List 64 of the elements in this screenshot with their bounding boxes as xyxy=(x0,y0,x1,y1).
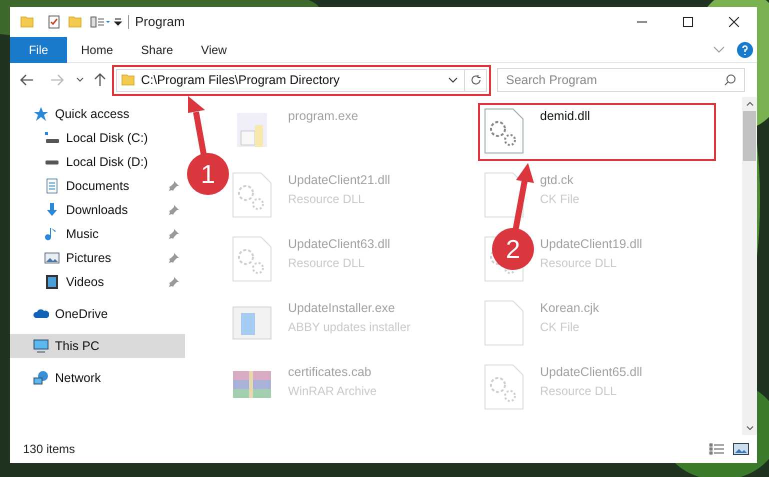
thumbnail-view-icon[interactable] xyxy=(733,443,749,455)
minimize-icon xyxy=(637,21,647,23)
drive-icon xyxy=(44,132,60,144)
sidebar-item[interactable]: Downloads xyxy=(10,198,185,222)
dropdown-icon[interactable] xyxy=(114,18,122,26)
address-path: C:\Program Files\Program Directory xyxy=(141,72,340,89)
computer-icon xyxy=(33,338,49,354)
sidebar-item[interactable]: This PC xyxy=(10,334,185,358)
sidebar-item[interactable]: OneDrive xyxy=(10,302,185,326)
pin-icon[interactable] xyxy=(169,229,179,239)
pin-icon[interactable] xyxy=(169,205,179,215)
network-icon xyxy=(33,370,49,386)
window-title: Program xyxy=(135,13,185,32)
scroll-thumb[interactable] xyxy=(743,111,756,161)
file-name[interactable]: demid.dll xyxy=(540,107,590,126)
scroll-up-icon[interactable] xyxy=(746,102,754,106)
pin-icon[interactable] xyxy=(169,277,179,287)
help-icon[interactable] xyxy=(737,42,753,58)
details-view-icon[interactable] xyxy=(709,443,725,455)
document-icon xyxy=(484,171,524,219)
gear-document-icon xyxy=(232,171,272,219)
document-icon xyxy=(44,178,60,194)
gear-document-icon xyxy=(232,235,272,283)
maximize-icon xyxy=(683,17,693,27)
star-icon xyxy=(33,106,49,122)
ribbon-tab[interactable]: Home xyxy=(67,36,128,62)
download-icon xyxy=(44,202,60,218)
search-icon xyxy=(724,74,736,86)
document-icon xyxy=(484,299,524,347)
close-icon xyxy=(729,17,739,27)
refresh-icon xyxy=(470,75,480,85)
ribbon-tab[interactable]: Share xyxy=(127,36,188,62)
sidebar-item[interactable]: Network xyxy=(10,366,185,390)
sidebar-item[interactable]: Documents xyxy=(10,174,185,198)
address-bar[interactable]: C:\Program Files\Program Directory xyxy=(116,68,487,92)
ribbon-tab[interactable]: File xyxy=(10,36,67,62)
gear-document-icon xyxy=(484,107,524,155)
search-field[interactable]: Search Program xyxy=(497,68,745,92)
item-count: 130 items xyxy=(23,441,76,458)
folder-icon xyxy=(68,16,82,28)
sidebar-item[interactable]: Local Disk (D:) xyxy=(10,150,185,174)
drive-icon xyxy=(45,160,59,164)
scrollbar[interactable] xyxy=(742,97,757,435)
folder-icon xyxy=(20,16,34,28)
sidebar-item[interactable]: Pictures xyxy=(10,246,185,270)
sidebar-item[interactable]: Quick access xyxy=(10,102,185,126)
chevron-down-icon[interactable] xyxy=(448,77,458,83)
chevron-down-icon[interactable] xyxy=(76,77,84,83)
scroll-down-icon[interactable] xyxy=(746,426,754,430)
up-arrow-icon[interactable] xyxy=(94,73,106,87)
sidebar-item[interactable]: Videos xyxy=(10,270,185,294)
gear-document-icon xyxy=(484,363,524,411)
back-arrow-icon[interactable] xyxy=(20,74,34,86)
search-input[interactable]: Search Program xyxy=(506,70,724,90)
film-icon xyxy=(44,274,60,290)
pin-icon[interactable] xyxy=(169,181,179,191)
sidebar-item[interactable]: Local Disk (C:) xyxy=(10,126,185,150)
picture-icon xyxy=(44,250,60,266)
pin-icon[interactable] xyxy=(169,253,179,263)
sidebar-item[interactable]: Music xyxy=(10,222,185,246)
folder-icon xyxy=(121,74,135,86)
checklist-icon xyxy=(48,15,60,29)
ribbon-tab[interactable]: View xyxy=(187,36,241,62)
properties-icon xyxy=(90,16,110,28)
